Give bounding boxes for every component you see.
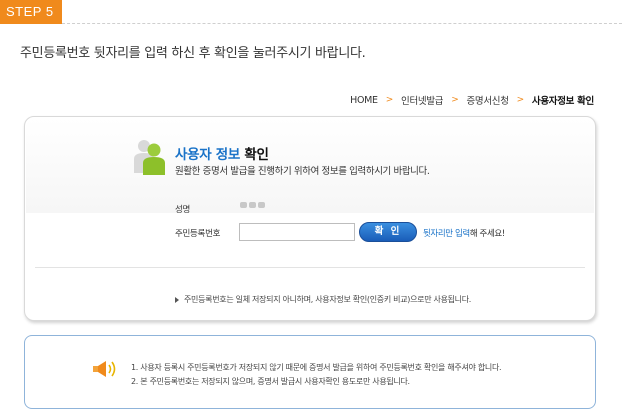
panel-subtitle: 원활한 증명서 발급을 진행하기 위하여 정보를 입력하시기 바랍니다. <box>175 166 430 177</box>
panel-title-prefix: 사용자 정보 <box>175 147 240 163</box>
triangle-bullet-icon <box>175 296 179 303</box>
ssn-input[interactable] <box>239 223 355 241</box>
breadcrumb-current: 사용자정보 확인 <box>531 96 594 107</box>
panel-title: 사용자 정보 확인 <box>175 143 269 163</box>
notice-lines: 1. 사용자 등록시 주민등록번호가 저장되지 않기 때문에 증명서 발급을 위… <box>131 361 502 389</box>
ssn-hint-rest: 해 주세요! <box>469 229 505 239</box>
breadcrumb-home[interactable]: HOME <box>350 95 378 106</box>
notice-box: 1. 사용자 등록시 주민등록번호가 저장되지 않기 때문에 증명서 발급을 위… <box>24 335 596 409</box>
notice-line-1: 1. 사용자 등록시 주민등록번호가 저장되지 않기 때문에 증명서 발급을 위… <box>131 363 502 372</box>
step-divider <box>62 23 622 24</box>
ssn-label: 주민등록번호 <box>175 229 221 239</box>
name-value-masked <box>240 202 265 208</box>
panel-title-strong: 확인 <box>244 147 269 163</box>
step-badge: STEP 5 <box>0 0 62 24</box>
panel-notice: 주민등록번호는 일체 저장되지 아니하며, 사용자정보 확인(인증키 비교)으로… <box>175 294 471 305</box>
notice-line-2: 2. 본 주민등록번호는 저장되지 않으며, 증명서 발급시 사용자확인 용도로… <box>131 377 410 386</box>
user-profile-icon <box>134 140 165 175</box>
breadcrumb-internet-issue[interactable]: 인터넷발급 <box>401 93 444 107</box>
breadcrumb-separator: > <box>385 95 394 105</box>
breadcrumb-separator: > <box>516 95 525 105</box>
breadcrumb-separator: > <box>451 95 459 105</box>
breadcrumb-certificate-request[interactable]: 증명서신청 <box>466 93 509 107</box>
breadcrumb: HOME > 인터넷발급 > 증명서신청 > 사용자정보 확인 <box>350 93 594 108</box>
panel-notice-text: 주민등록번호는 일체 저장되지 아니하며, 사용자정보 확인(인증키 비교)으로… <box>184 295 472 304</box>
user-info-panel: 사용자 정보 확인 원활한 증명서 발급을 진행하기 위하여 정보를 입력하시기… <box>24 116 596 321</box>
panel-divider <box>35 267 585 268</box>
name-label: 성명 <box>175 205 191 215</box>
ssn-hint: 뒷자리만 입력해 주세요! <box>423 227 505 239</box>
ssn-hint-emphasis: 뒷자리만 입력 <box>423 229 470 239</box>
step-label: STEP 5 <box>6 4 54 19</box>
instruction-text: 주민등록번호 뒷자리를 입력 하신 후 확인을 눌러주시기 바랍니다. <box>20 46 366 61</box>
confirm-button[interactable]: 확 인 <box>359 222 417 242</box>
megaphone-icon <box>93 361 116 377</box>
